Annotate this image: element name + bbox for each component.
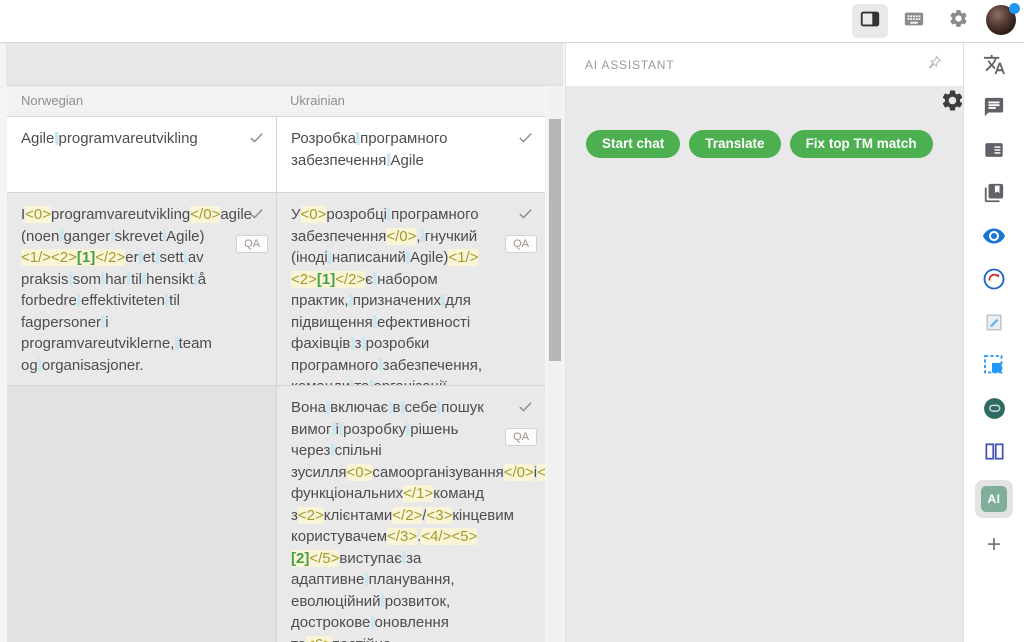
segment-text: Розробка програмного забезпечення Agile [291,130,447,169]
approved-check-icon[interactable] [247,129,266,153]
sidebar-item-comments[interactable] [977,93,1011,126]
segment-row: Agile programvareutvikling QA Розробка п… [7,117,545,193]
tasks-icon [982,396,1007,426]
segment-row: QA Вона включає в себе пошук вимог і роз… [7,386,545,642]
sidebar-item-draft[interactable] [977,308,1011,341]
segment-text: Agile programvareutvikling [21,130,198,147]
layout-toggle-button[interactable] [852,4,888,38]
segments-grid: Norwegian Ukrainian Agile programvareutv… [7,86,545,642]
editor-scrollbar-track[interactable] [548,87,562,642]
ai-panel-header: AI ASSISTANT [566,43,963,86]
editor-toolbar-band [6,43,563,86]
ai-panel-title: AI ASSISTANT [585,58,674,72]
ai-panel-body: Start chat Translate Fix top TM match [566,86,963,642]
layout-toggle-icon [858,8,882,35]
preview-icon [982,224,1006,253]
sidebar-item-revisions[interactable] [977,265,1011,298]
keyboard-shortcuts-icon [903,8,925,35]
revisions-icon [982,267,1006,296]
screenshot-icon [982,353,1006,382]
qa-issue-badge[interactable]: QA [236,235,268,253]
translate-icon [983,53,1006,81]
translate-button[interactable]: Translate [689,130,780,158]
plus-icon: + [987,535,1001,555]
sidebar-item-tasks[interactable] [977,394,1011,427]
comments-icon [983,96,1005,123]
source-segment[interactable]: QA [7,386,277,642]
sidebar-item-split-view[interactable] [977,437,1011,470]
settings-gear-icon [948,8,969,34]
sidebar-item-ai-assistant[interactable]: AI [975,480,1013,518]
user-menu[interactable] [986,5,1018,37]
target-segment[interactable]: Розробка програмного забезпечення Agile … [277,117,545,192]
source-language-header: Norwegian [7,86,277,116]
approved-check-icon[interactable] [247,205,266,229]
top-bar [0,0,1024,42]
settings-button[interactable] [940,4,976,38]
ai-assistant-icon: AI [981,486,1007,512]
approved-check-icon[interactable] [516,398,535,422]
translation-memory-icon [983,139,1005,166]
sidebar-item-glossary[interactable] [977,179,1011,212]
pin-icon[interactable] [926,54,943,76]
editor-scrollbar-thumb[interactable] [549,119,561,361]
sidebar-item-translation-memory[interactable] [977,136,1011,169]
sidebar-item-screenshot[interactable] [977,351,1011,384]
glossary-icon [983,182,1005,209]
target-segment[interactable]: У<0>розробці програмного забезпечення</0… [277,193,545,385]
ai-action-buttons: Start chat Translate Fix top TM match [586,130,963,158]
sidebar-item-preview[interactable] [977,222,1011,255]
draft-icon [983,311,1005,338]
ai-assistant-panel: AI ASSISTANT Start chat Translate Fix to… [565,43,963,642]
split-view-icon [983,440,1006,468]
approved-check-icon[interactable] [516,205,535,229]
sidebar-item-add-panel[interactable]: + [977,528,1011,561]
qa-issue-badge[interactable]: QA [505,428,537,446]
fix-top-tm-match-button[interactable]: Fix top TM match [790,130,933,158]
translation-editor: Norwegian Ukrainian Agile programvareutv… [0,43,565,642]
gear-icon[interactable] [940,88,965,118]
keyboard-shortcuts-button[interactable] [896,4,932,38]
target-segment[interactable]: Вона включає в себе пошук вимог і розроб… [277,386,545,642]
source-segment[interactable]: I<0>programvareutvikling</0>agile (noen … [7,193,277,385]
segment-text: I<0>programvareutvikling</0>agile (noen … [21,206,252,374]
grid-header: Norwegian Ukrainian [7,86,545,117]
source-segment[interactable]: Agile programvareutvikling QA [7,117,277,192]
start-chat-button[interactable]: Start chat [586,130,680,158]
qa-issue-badge[interactable]: QA [505,235,537,253]
segment-text: У<0>розробці програмного забезпечення</0… [291,206,482,385]
target-language-header: Ukrainian [277,86,345,116]
sidebar-item-translate[interactable] [977,50,1011,83]
approved-check-icon[interactable] [516,129,535,153]
notification-dot [1009,3,1020,14]
main-area: Norwegian Ukrainian Agile programvareutv… [0,42,1024,642]
tools-sidebar: AI + [963,43,1024,642]
segment-row: I<0>programvareutvikling</0>agile (noen … [7,193,545,386]
